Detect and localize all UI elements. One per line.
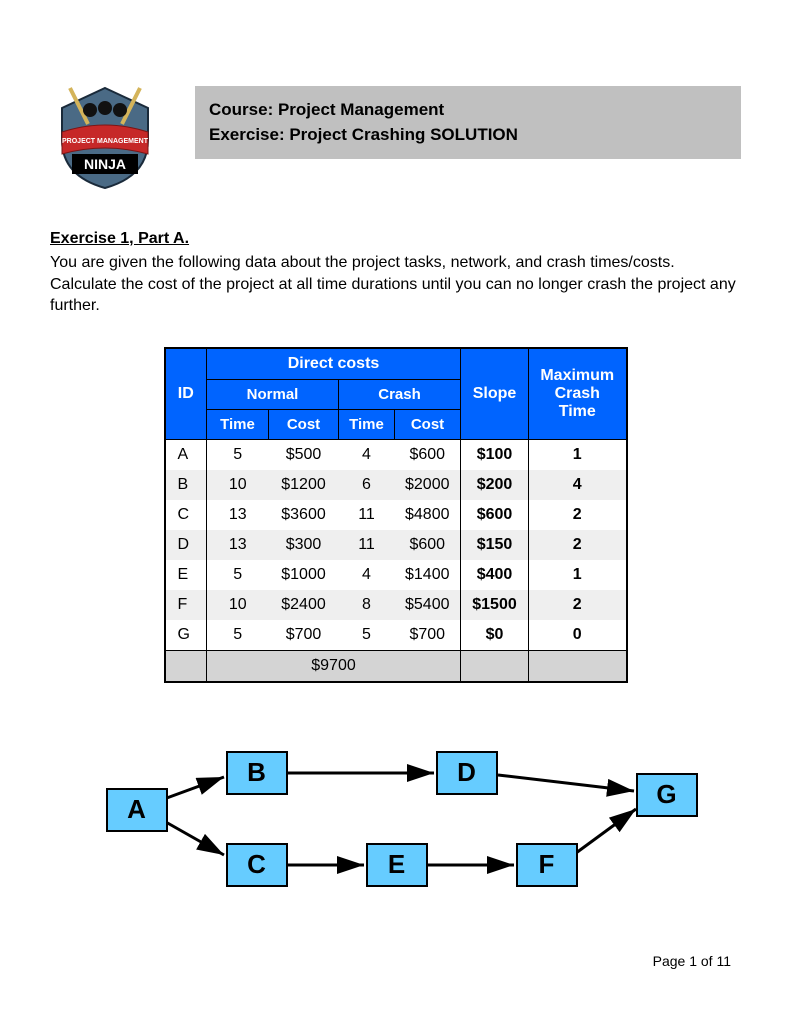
section-title: Exercise 1, Part A. bbox=[50, 230, 741, 248]
cell-max: 2 bbox=[529, 590, 627, 620]
table-row: G5$7005$700$00 bbox=[165, 620, 627, 651]
table-row: E5$10004$1400$4001 bbox=[165, 560, 627, 590]
node-e: E bbox=[366, 843, 428, 887]
cell-id: B bbox=[165, 470, 207, 500]
col-crash: Crash bbox=[339, 379, 461, 409]
cell-max: 1 bbox=[529, 439, 627, 470]
cell-ccost: $600 bbox=[395, 530, 461, 560]
cell-id: C bbox=[165, 500, 207, 530]
cell-ccost: $1400 bbox=[395, 560, 461, 590]
table-row: A5$5004$600$1001 bbox=[165, 439, 627, 470]
node-d: D bbox=[436, 751, 498, 795]
cell-ncost: $1000 bbox=[269, 560, 339, 590]
cell-ncost: $3600 bbox=[269, 500, 339, 530]
cell-id: D bbox=[165, 530, 207, 560]
cell-ntime: 5 bbox=[207, 560, 269, 590]
cell-slope: $200 bbox=[461, 470, 529, 500]
cell-ctime: 4 bbox=[339, 560, 395, 590]
cell-ccost: $5400 bbox=[395, 590, 461, 620]
col-slope: Slope bbox=[461, 348, 529, 440]
table-row: F10$24008$5400$15002 bbox=[165, 590, 627, 620]
cell-ntime: 13 bbox=[207, 500, 269, 530]
cell-ctime: 11 bbox=[339, 500, 395, 530]
node-b: B bbox=[226, 751, 288, 795]
edge-a-c bbox=[164, 821, 224, 855]
table-row: C13$360011$4800$6002 bbox=[165, 500, 627, 530]
cell-ncost: $300 bbox=[269, 530, 339, 560]
page-footer: Page 1 of 11 bbox=[653, 953, 731, 969]
ninja-logo: PROJECT MANAGEMENT NINJA bbox=[50, 80, 160, 190]
cell-id: A bbox=[165, 439, 207, 470]
cell-ntime: 10 bbox=[207, 590, 269, 620]
cell-max: 0 bbox=[529, 620, 627, 651]
cell-ccost: $600 bbox=[395, 439, 461, 470]
cell-ntime: 13 bbox=[207, 530, 269, 560]
title-bar: Course: Project Management Exercise: Pro… bbox=[195, 86, 741, 159]
col-ccost: Cost bbox=[395, 409, 461, 439]
node-a: A bbox=[106, 788, 168, 832]
node-g: G bbox=[636, 773, 698, 817]
network-diagram: A B C D E F G bbox=[96, 743, 696, 903]
cell-ctime: 5 bbox=[339, 620, 395, 651]
edge-a-b bbox=[164, 777, 224, 799]
cell-max: 2 bbox=[529, 530, 627, 560]
exercise-title: Exercise: Project Crashing SOLUTION bbox=[209, 123, 727, 148]
col-max-crash: Maximum Crash Time bbox=[529, 348, 627, 440]
col-ntime: Time bbox=[207, 409, 269, 439]
table-row: D13$30011$600$1502 bbox=[165, 530, 627, 560]
cell-ntime: 10 bbox=[207, 470, 269, 500]
cell-ntime: 5 bbox=[207, 620, 269, 651]
node-c: C bbox=[226, 843, 288, 887]
cell-ctime: 8 bbox=[339, 590, 395, 620]
cell-slope: $600 bbox=[461, 500, 529, 530]
col-direct-costs: Direct costs bbox=[207, 348, 461, 380]
cell-id: E bbox=[165, 560, 207, 590]
col-ctime: Time bbox=[339, 409, 395, 439]
cell-slope: $1500 bbox=[461, 590, 529, 620]
cell-ncost: $500 bbox=[269, 439, 339, 470]
col-id: ID bbox=[165, 348, 207, 440]
cell-slope: $0 bbox=[461, 620, 529, 651]
svg-text:NINJA: NINJA bbox=[84, 156, 126, 172]
table-row: B10$12006$2000$2004 bbox=[165, 470, 627, 500]
cell-ctime: 4 bbox=[339, 439, 395, 470]
cell-max: 2 bbox=[529, 500, 627, 530]
cell-slope: $100 bbox=[461, 439, 529, 470]
cell-ncost: $2400 bbox=[269, 590, 339, 620]
cell-ccost: $2000 bbox=[395, 470, 461, 500]
cell-id: G bbox=[165, 620, 207, 651]
node-f: F bbox=[516, 843, 578, 887]
cell-max: 1 bbox=[529, 560, 627, 590]
cell-ncost: $700 bbox=[269, 620, 339, 651]
cell-total: $9700 bbox=[207, 650, 461, 682]
exercise-text: You are given the following data about t… bbox=[50, 252, 741, 317]
table-total-row: $9700 bbox=[165, 650, 627, 682]
cell-ctime: 11 bbox=[339, 530, 395, 560]
svg-text:PROJECT MANAGEMENT: PROJECT MANAGEMENT bbox=[62, 138, 149, 145]
document-header: PROJECT MANAGEMENT NINJA Course: Project… bbox=[50, 80, 741, 190]
edge-d-g bbox=[498, 775, 634, 791]
cell-ccost: $700 bbox=[395, 620, 461, 651]
col-ncost: Cost bbox=[269, 409, 339, 439]
cell-ntime: 5 bbox=[207, 439, 269, 470]
cell-ccost: $4800 bbox=[395, 500, 461, 530]
cell-id: F bbox=[165, 590, 207, 620]
cell-ctime: 6 bbox=[339, 470, 395, 500]
costs-table: ID Direct costs Slope Maximum Crash Time… bbox=[164, 347, 628, 683]
cell-slope: $150 bbox=[461, 530, 529, 560]
cell-max: 4 bbox=[529, 470, 627, 500]
edge-f-g bbox=[576, 809, 636, 853]
course-title: Course: Project Management bbox=[209, 98, 727, 123]
cell-ncost: $1200 bbox=[269, 470, 339, 500]
cell-slope: $400 bbox=[461, 560, 529, 590]
col-normal: Normal bbox=[207, 379, 339, 409]
